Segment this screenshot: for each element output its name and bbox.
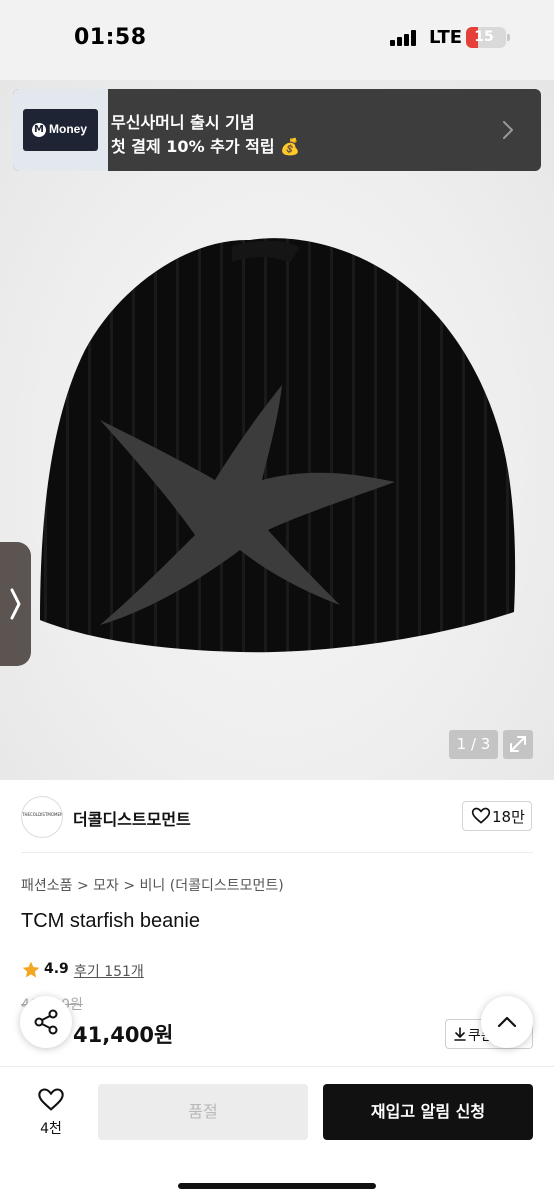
wish-count: 4천 xyxy=(40,1121,62,1137)
shop-logo-text: THECOLDISTMOMENT xyxy=(22,812,63,817)
musinsa-money-logo: M Money xyxy=(23,109,98,151)
chevron-right-icon xyxy=(503,121,513,139)
product-image-carousel[interactable] xyxy=(0,80,554,780)
banner-line1: 무신사머니 출시 기념 xyxy=(111,113,255,132)
share-button[interactable] xyxy=(20,996,72,1048)
share-icon xyxy=(34,1009,58,1035)
heart-icon xyxy=(471,807,491,824)
scroll-top-button[interactable] xyxy=(481,996,533,1048)
promo-banner[interactable]: M Money xyxy=(13,89,541,171)
home-indicator xyxy=(178,1183,376,1189)
sale-price: 41,400원 xyxy=(73,1023,174,1047)
star-icon xyxy=(22,961,40,978)
side-drawer-tab[interactable] xyxy=(0,542,31,666)
chevron-right-icon xyxy=(10,588,21,620)
shop-like-count: 18만 xyxy=(492,808,525,826)
download-icon xyxy=(454,1027,466,1041)
status-time: 01:58 xyxy=(74,25,147,50)
battery-icon: 15 xyxy=(466,27,506,48)
battery-tip xyxy=(507,34,510,41)
expand-icon xyxy=(510,736,526,752)
heart-icon[interactable] xyxy=(36,1086,66,1114)
soldout-button: 품절 xyxy=(98,1084,308,1140)
banner-logo-area: M Money xyxy=(13,89,108,171)
shop-logo[interactable]: THECOLDISTMOMENT xyxy=(21,796,63,838)
network-type: LTE xyxy=(429,27,463,48)
restock-alert-button[interactable]: 재입고 알림 신청 xyxy=(323,1084,533,1140)
shop-name[interactable]: 더콜디스트모먼트 xyxy=(73,806,191,830)
banner-line2: 첫 결제 10% 추가 적립 💰 xyxy=(111,137,301,156)
expand-button[interactable] xyxy=(503,730,533,759)
battery-level: 15 xyxy=(474,29,494,45)
chevron-up-icon xyxy=(497,1016,517,1028)
logo-mark: M xyxy=(32,123,46,137)
logo-text: Money xyxy=(49,122,88,136)
rating-value: 4.9 xyxy=(44,961,69,977)
breadcrumb[interactable]: 패션소품 > 모자 > 비니 (더콜디스트모먼트) xyxy=(21,875,284,895)
cellular-signal-icon xyxy=(390,30,420,46)
review-count-link[interactable]: 후기 151개 xyxy=(74,961,144,981)
divider xyxy=(21,852,533,853)
product-title: TCM starfish beanie xyxy=(21,910,200,932)
image-counter: 1 / 3 xyxy=(449,730,498,759)
beanie-image xyxy=(40,238,516,653)
